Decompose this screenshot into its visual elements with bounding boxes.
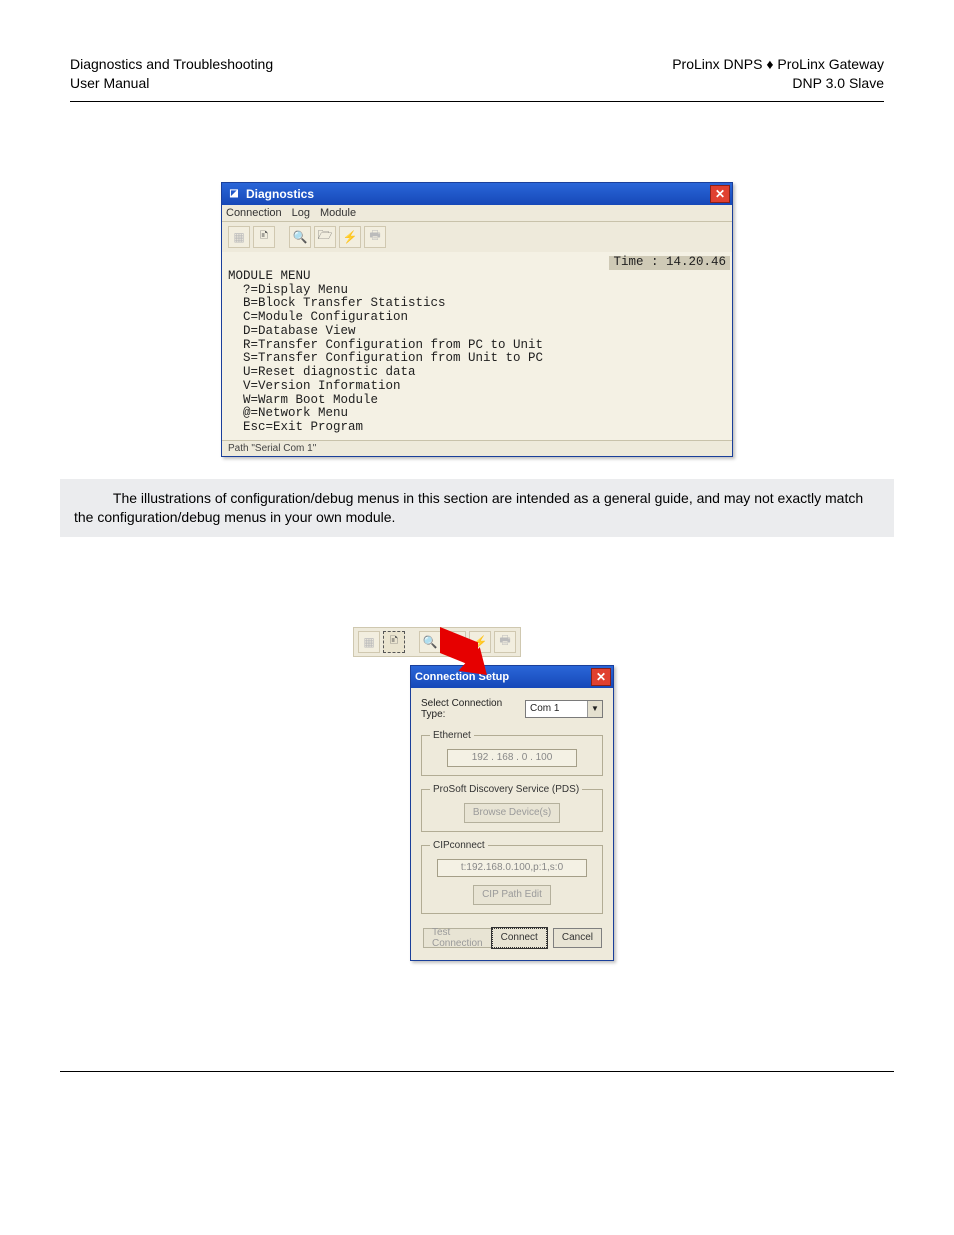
cip-path-edit-button[interactable]: CIP Path Edit — [473, 885, 551, 905]
connection-setup-dialog: Connection Setup ✕ Select Connection Typ… — [410, 665, 614, 961]
toolbar2-button-6[interactable]: 🖶 — [494, 631, 516, 653]
connection-type-label: Select Connection Type: — [421, 698, 525, 720]
header-right: ProLinx DNPS ♦ ProLinx Gateway DNP 3.0 S… — [672, 55, 884, 93]
ethernet-ip-field[interactable]: 192 . 168 . 0 . 100 — [447, 749, 577, 767]
pds-legend: ProSoft Discovery Service (PDS) — [430, 784, 582, 795]
menu-u: U=Reset diagnostic data — [228, 366, 726, 380]
page-header: Diagnostics and Troubleshooting User Man… — [70, 55, 884, 102]
pds-group: ProSoft Discovery Service (PDS) Browse D… — [421, 784, 603, 832]
toolbar-button-5[interactable]: ⚡ — [339, 226, 361, 248]
toolbar-button-2[interactable]: 🗈 — [253, 226, 275, 248]
titlebar[interactable]: ◪ Diagnostics ✕ — [222, 183, 732, 205]
ethernet-legend: Ethernet — [430, 730, 474, 741]
toolbar2-button-3[interactable]: 🔍 — [419, 631, 441, 653]
dlg-title: Connection Setup — [415, 671, 591, 683]
test-connection-button[interactable]: Test Connection — [423, 928, 492, 948]
close-icon[interactable]: ✕ — [710, 185, 730, 203]
dlg-body: Select Connection Type: Com 1 ▼ Ethernet… — [411, 688, 613, 960]
header-left-line2: User Manual — [70, 74, 273, 93]
diagnostics-window: ◪ Diagnostics ✕ Connection Log Module ▦ … — [221, 182, 733, 457]
time-display: Time : 14.20.46 — [609, 256, 730, 270]
toolbar-button-6[interactable]: 🖶 — [364, 226, 386, 248]
browse-devices-button[interactable]: Browse Device(s) — [464, 803, 560, 823]
window-title: Diagnostics — [246, 187, 710, 201]
statusbar: Path "Serial Com 1" — [222, 440, 732, 456]
header-right-line1: ProLinx DNPS ♦ ProLinx Gateway — [672, 55, 884, 74]
menu-display: ?=Display Menu — [228, 284, 726, 298]
toolbar2-button-2[interactable]: 🗈 — [383, 631, 405, 653]
footer-rule — [60, 1071, 894, 1072]
menu-at: @=Network Menu — [228, 407, 726, 421]
cancel-button[interactable]: Cancel — [553, 928, 602, 948]
cip-legend: CIPconnect — [430, 840, 488, 851]
dlg-close-icon[interactable]: ✕ — [591, 668, 611, 686]
toolbar-button-3[interactable]: 🔍 — [289, 226, 311, 248]
dlg-titlebar[interactable]: Connection Setup ✕ — [411, 666, 613, 688]
cip-path-field[interactable]: t:192.168.0.100,p:1,s:0 — [437, 859, 587, 877]
menu-block: B=Block Transfer Statistics — [228, 297, 726, 311]
menu-module[interactable]: Module — [320, 207, 356, 219]
cip-group: CIPconnect t:192.168.0.100,p:1,s:0 CIP P… — [421, 840, 603, 914]
note: The illustrations of configuration/debug… — [60, 479, 894, 537]
figure-diagnostics: ◪ Diagnostics ✕ Connection Log Module ▦ … — [70, 182, 884, 457]
toolbar2-button-1[interactable]: ▦ — [358, 631, 380, 653]
terminal: Time : 14.20.46 MODULE MENU ?=Display Me… — [222, 252, 732, 440]
menubar: Connection Log Module — [222, 205, 732, 222]
menu-w: W=Warm Boot Module — [228, 394, 726, 408]
menu-v: V=Version Information — [228, 380, 726, 394]
toolbar-button-1[interactable]: ▦ — [228, 226, 250, 248]
header-left: Diagnostics and Troubleshooting User Man… — [70, 55, 273, 93]
header-left-line1: Diagnostics and Troubleshooting — [70, 55, 273, 74]
toolbar-standalone: ▦ 🗈 🔍 🗁 ⚡ 🖶 — [353, 627, 521, 657]
menu-connection[interactable]: Connection — [226, 207, 282, 219]
connection-type-row: Select Connection Type: Com 1 ▼ — [421, 698, 603, 720]
page: Diagnostics and Troubleshooting User Man… — [0, 0, 954, 1132]
chevron-down-icon: ▼ — [587, 701, 602, 717]
note-text: The illustrations of configuration/debug… — [74, 490, 863, 525]
menu-title: MODULE MENU — [228, 270, 726, 284]
connect-button[interactable]: Connect — [492, 928, 547, 948]
menu-config: C=Module Configuration — [228, 311, 726, 325]
menu-log[interactable]: Log — [292, 207, 310, 219]
figure-connection-setup: ▦ 🗈 🔍 🗁 ⚡ 🖶 Connection Setup ✕ Select Co… — [70, 627, 884, 961]
connection-type-select[interactable]: Com 1 ▼ — [525, 700, 603, 718]
app-icon: ◪ — [226, 186, 242, 202]
dlg-footer: Test Connection Connect Cancel — [421, 922, 603, 950]
menu-r: R=Transfer Configuration from PC to Unit — [228, 339, 726, 353]
connection-type-value: Com 1 — [530, 703, 559, 714]
menu-s: S=Transfer Configuration from Unit to PC — [228, 352, 726, 366]
menu-esc: Esc=Exit Program — [228, 421, 726, 435]
toolbar: ▦ 🗈 🔍 🗁 ⚡ 🖶 — [222, 222, 732, 252]
module-menu: MODULE MENU ?=Display Menu B=Block Trans… — [228, 256, 726, 435]
toolbar-button-4[interactable]: 🗁 — [314, 226, 336, 248]
menu-db: D=Database View — [228, 325, 726, 339]
header-right-line2: DNP 3.0 Slave — [672, 74, 884, 93]
ethernet-group: Ethernet 192 . 168 . 0 . 100 — [421, 730, 603, 776]
toolbar-gap — [278, 226, 286, 248]
toolbar2-gap — [408, 631, 416, 653]
